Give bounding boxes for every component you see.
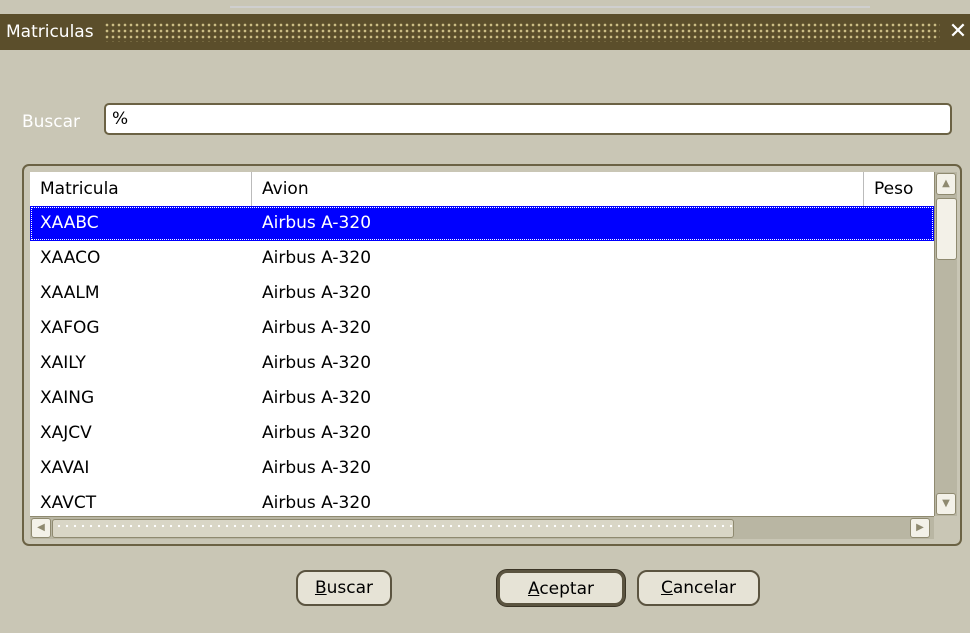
window-top-edge (230, 0, 870, 8)
column-header-matricula[interactable]: Matricula (30, 172, 252, 206)
cell-avion: Airbus A-320 (262, 423, 372, 443)
aceptar-button-mnemonic: A (527, 579, 540, 599)
aceptar-button-label: ceptar (539, 579, 594, 599)
cell-avion: Airbus A-320 (262, 248, 372, 268)
table-row[interactable]: XAACO Airbus A-320 (30, 241, 934, 276)
cell-matricula: XAFOG (40, 318, 100, 338)
matriculas-grid: Matricula Avion Peso XAABC Airbus A-320 XA… (22, 164, 962, 546)
table-row[interactable]: XAFOG Airbus A-320 (30, 311, 934, 346)
table-row[interactable]: XAABC Airbus A-320 (30, 206, 934, 241)
grid-header: Matricula Avion Peso (30, 172, 934, 207)
cell-avion: Airbus A-320 (262, 318, 372, 338)
vertical-scroll-thumb[interactable] (936, 198, 957, 260)
cell-avion: Airbus A-320 (262, 458, 372, 478)
cell-matricula: XAVCT (40, 493, 97, 513)
title-bar-grip[interactable] (103, 22, 940, 42)
cell-matricula: XAABC (40, 213, 99, 233)
table-row[interactable]: XAALM Airbus A-320 (30, 276, 934, 311)
grid-body: Matricula Avion Peso XAABC Airbus A-320 XA… (30, 172, 934, 516)
cell-matricula: XAING (40, 388, 95, 408)
cell-avion: Airbus A-320 (262, 493, 372, 513)
table-row[interactable]: XAVCT Airbus A-320 (30, 486, 934, 516)
horizontal-scrollbar[interactable]: ◀ ▶ (30, 516, 934, 539)
cell-matricula: XAJCV (40, 423, 92, 443)
column-header-avion[interactable]: Avion (252, 172, 864, 206)
table-row[interactable]: XAING Airbus A-320 (30, 381, 934, 416)
cancelar-button-mnemonic: C (660, 578, 673, 598)
cancelar-button-label: ancelar (672, 578, 736, 598)
table-row[interactable]: XAVAI Airbus A-320 (30, 451, 934, 486)
title-bar[interactable]: Matriculas ✕ (0, 14, 970, 50)
aceptar-button[interactable]: Aceptar (497, 570, 625, 606)
vertical-scrollbar[interactable]: ▲ ▼ (934, 172, 957, 516)
buscar-button-mnemonic: B (314, 578, 327, 598)
cell-avion: Airbus A-320 (262, 283, 372, 303)
scroll-right-arrow-icon[interactable]: ▶ (910, 518, 930, 538)
cancelar-button[interactable]: Cancelar (637, 570, 760, 606)
cell-matricula: XAILY (40, 353, 86, 373)
search-label: Buscar (22, 112, 81, 132)
horizontal-scroll-thumb[interactable] (52, 519, 734, 538)
cell-matricula: XAALM (40, 283, 100, 303)
buscar-button[interactable]: Buscar (296, 570, 392, 606)
column-header-peso[interactable]: Peso (864, 172, 934, 206)
table-row[interactable]: XAILY Airbus A-320 (30, 346, 934, 381)
table-row[interactable]: XAJCV Airbus A-320 (30, 416, 934, 451)
scroll-up-arrow-icon[interactable]: ▲ (936, 173, 956, 195)
cell-avion: Airbus A-320 (262, 353, 372, 373)
buscar-button-label: uscar (326, 578, 374, 598)
scroll-down-arrow-icon[interactable]: ▼ (936, 493, 956, 515)
close-icon[interactable]: ✕ (946, 17, 970, 47)
cell-avion: Airbus A-320 (262, 213, 372, 233)
window-title: Matriculas (6, 22, 94, 42)
cell-matricula: XAVAI (40, 458, 90, 478)
scroll-left-arrow-icon[interactable]: ◀ (31, 518, 51, 538)
cell-matricula: XAACO (40, 248, 101, 268)
search-input[interactable]: % (104, 103, 952, 135)
cell-avion: Airbus A-320 (262, 388, 372, 408)
